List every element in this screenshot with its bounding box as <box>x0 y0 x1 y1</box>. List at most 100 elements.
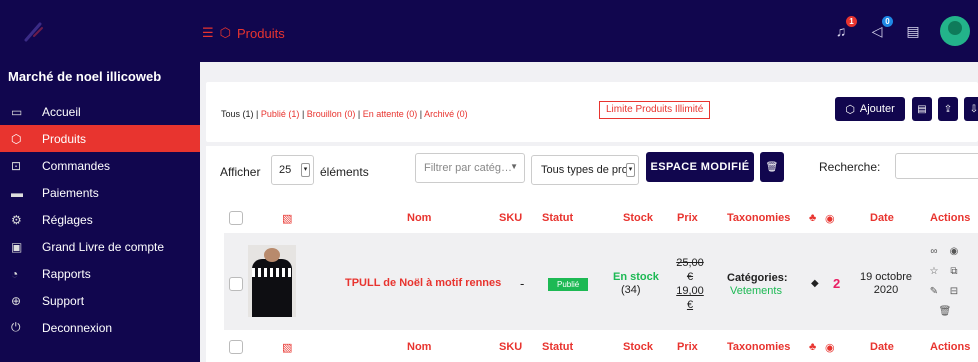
column-stock[interactable]: Stock <box>623 341 653 353</box>
elements-label: éléments <box>320 165 369 179</box>
link-icon[interactable]: ∞ <box>927 245 941 259</box>
export-button[interactable]: ⇩ <box>964 97 978 121</box>
eye-icon[interactable]: ◉ <box>947 245 961 259</box>
product-type-select[interactable]: Tous types de prod ▾ <box>531 155 639 185</box>
top-bar: ☰ ⬡ Produits ♫ 1 ◁ 0 ▤ <box>0 0 978 62</box>
sidebar-item-paiements[interactable]: ▬ Paiements <box>0 179 200 206</box>
export-csv-button[interactable]: ▤ <box>912 97 932 121</box>
filter-archived[interactable]: Archivé (0) <box>424 109 468 119</box>
product-sku: - <box>520 276 525 291</box>
image-icon: ▧ <box>282 342 293 354</box>
sidebar-item-produits[interactable]: ⬡ Produits <box>0 125 200 152</box>
cube-icon: ◆ <box>811 278 819 289</box>
chevron-down-icon: ▼ <box>510 162 518 171</box>
download-icon: ⇩ <box>969 103 978 115</box>
breadcrumb: ☰ ⬡ Produits <box>202 25 285 41</box>
box-icon: ⬡ <box>11 131 22 146</box>
column-price[interactable]: Prix <box>677 212 698 224</box>
status-filters: Tous (1) | Publié (1) | Brouillon (0) | … <box>221 109 468 119</box>
sidebar-item-label: Support <box>42 293 85 308</box>
row-checkbox[interactable] <box>229 277 243 291</box>
import-button[interactable]: ⇪ <box>938 97 958 121</box>
sidebar-item-support[interactable]: ⊕ Support <box>0 287 200 314</box>
sidebar-item-rapports[interactable]: ◔ Rapports <box>0 260 200 287</box>
edit-icon[interactable]: ✎ <box>927 285 941 299</box>
column-taxonomies[interactable]: Taxonomies <box>727 341 790 353</box>
filter-draft[interactable]: Brouillon (0) <box>307 109 356 119</box>
main-content: Tous (1) | Publié (1) | Brouillon (0) | … <box>200 62 978 362</box>
filter-published[interactable]: Publié (1) <box>261 109 300 119</box>
page-size-select[interactable]: 25 ▾ <box>271 155 314 185</box>
status-card: Tous (1) | Publié (1) | Brouillon (0) | … <box>206 82 978 142</box>
copy-icon[interactable]: ⧉ <box>947 265 961 279</box>
view-count: 2 <box>833 276 841 291</box>
add-product-button[interactable]: ⬡ Ajouter <box>835 97 905 121</box>
box-icon: ⬡ <box>219 25 232 40</box>
logo-icon[interactable] <box>20 18 48 46</box>
avatar[interactable] <box>940 16 970 46</box>
sidebar-item-label: Accueil <box>42 104 81 119</box>
shop-name: Marché de noel illicoweb <box>8 69 162 84</box>
column-price[interactable]: Prix <box>677 341 698 353</box>
trash-icon[interactable]: 🗑 <box>938 305 952 319</box>
sidebar-item-label: Commandes <box>42 158 111 173</box>
product-name-link[interactable]: TPULL de Noël à motif rennes <box>345 277 501 289</box>
gears-icon: ⚙ <box>11 212 22 227</box>
star-icon[interactable]: ☆ <box>927 265 941 279</box>
sitemap-icon: ♣ <box>809 212 817 224</box>
notification-badge: 1 <box>846 16 857 27</box>
column-name[interactable]: Nom <box>407 341 431 353</box>
column-sku[interactable]: SKU <box>499 341 522 353</box>
sidebar-item-reglages[interactable]: ⚙ Réglages <box>0 206 200 233</box>
category-link[interactable]: Vetements <box>730 285 782 297</box>
megaphone-icon[interactable]: ◁ 0 <box>868 16 893 42</box>
sidebar-item-deconnexion[interactable]: ⏻ Deconnexion <box>0 314 200 341</box>
bell-icon[interactable]: ♫ 1 <box>832 16 857 42</box>
stock-quantity: (34) <box>621 284 641 296</box>
sidebar-item-label: Rapports <box>42 266 91 281</box>
column-stock[interactable]: Stock <box>623 212 653 224</box>
sidebar-item-commandes[interactable]: ⊡ Commandes <box>0 152 200 179</box>
column-name[interactable]: Nom <box>407 212 431 224</box>
bulk-delete-button[interactable]: 🗑 <box>760 152 784 182</box>
menu-icon[interactable]: ☰ <box>202 25 214 41</box>
document-icon[interactable]: ▤ <box>904 20 922 42</box>
column-sku[interactable]: SKU <box>499 212 522 224</box>
cash-icon: ▣ <box>11 239 23 254</box>
column-date[interactable]: Date <box>870 212 894 224</box>
sidebar-item-grand-livre[interactable]: ▣ Grand Livre de compte <box>0 233 200 260</box>
table-footer: ▧ Nom SKU Statut Stock Prix Taxonomies ♣… <box>200 332 978 362</box>
status-badge: Publié <box>548 278 589 291</box>
archive-icon[interactable]: ⊟ <box>947 285 961 299</box>
upload-icon: ⇪ <box>943 103 953 115</box>
sidebar-item-label: Grand Livre de compte <box>42 239 165 254</box>
show-label: Afficher <box>220 165 261 179</box>
product-thumbnail[interactable] <box>248 245 296 317</box>
column-status[interactable]: Statut <box>542 341 573 353</box>
product-price: 25,00 € 19,00 € <box>676 257 704 311</box>
espace-modifie-button[interactable]: ESPACE MODIFIÉ <box>646 152 754 182</box>
column-date[interactable]: Date <box>870 341 894 353</box>
column-status[interactable]: Statut <box>542 212 573 224</box>
sidebar-item-label: Deconnexion <box>42 320 113 335</box>
page-title: Produits <box>237 25 285 41</box>
stock-status: En stock <box>613 271 659 283</box>
laptop-icon: ▭ <box>11 104 23 119</box>
search-label: Recherche: <box>819 160 881 174</box>
column-taxonomies[interactable]: Taxonomies <box>727 212 790 224</box>
limit-badge: Limite Produits Illimité <box>599 101 711 119</box>
filter-all[interactable]: Tous (1) <box>221 109 254 119</box>
sidebar-item-accueil[interactable]: ▭ Accueil <box>0 98 200 125</box>
select-all-checkbox[interactable] <box>229 211 243 225</box>
list-icon: ▤ <box>917 103 927 115</box>
sidebar-item-label: Réglages <box>42 212 93 227</box>
filter-pending[interactable]: En attente (0) <box>363 109 418 119</box>
chevron-down-icon: ▾ <box>301 163 310 177</box>
power-icon: ⏻ <box>11 320 21 334</box>
product-date: 19 octobre 2020 <box>860 271 912 296</box>
category-filter-select[interactable]: Filtrer par catég… ▼ <box>415 153 525 183</box>
search-input[interactable] <box>895 153 978 179</box>
column-actions: Actions <box>930 212 971 224</box>
eye-icon: ◉ <box>825 213 835 225</box>
select-all-checkbox-bottom[interactable] <box>229 340 243 354</box>
